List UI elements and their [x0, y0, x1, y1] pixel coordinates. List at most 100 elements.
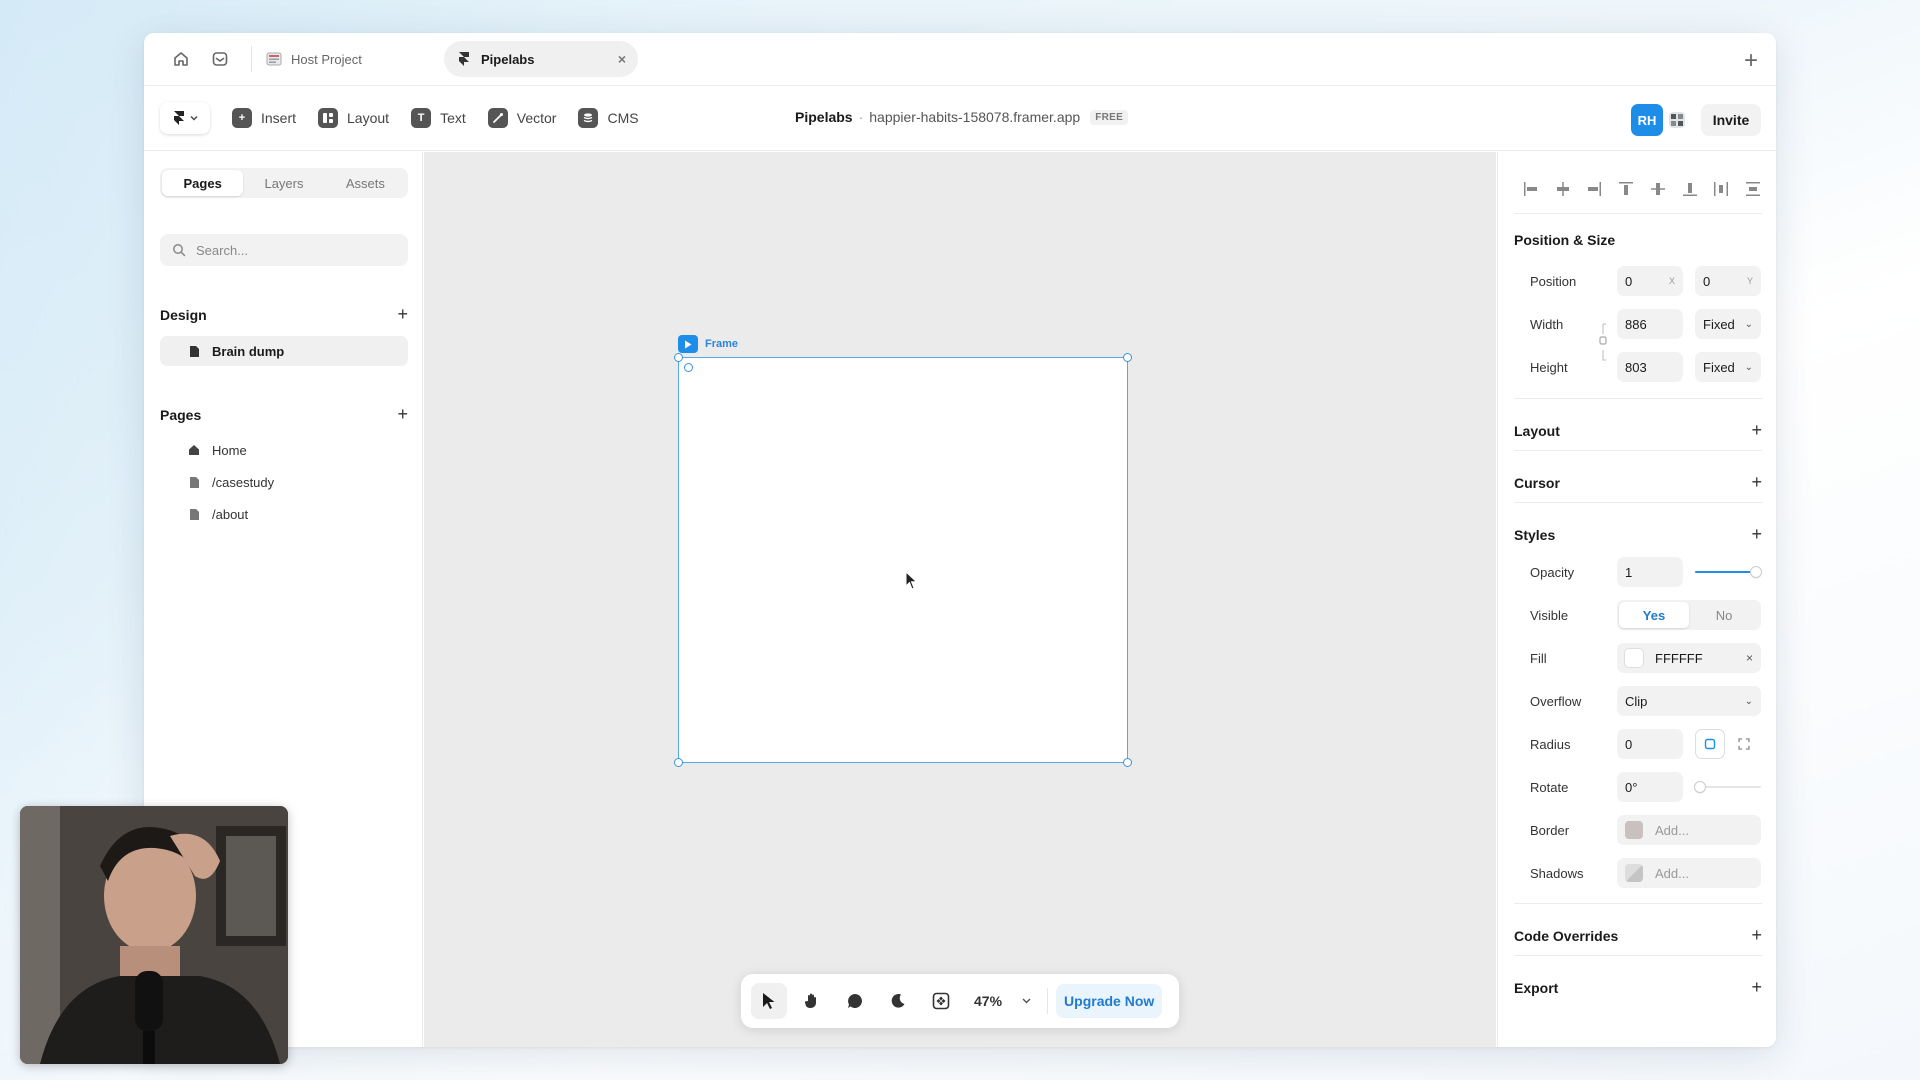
project-name[interactable]: Pipelabs	[795, 109, 853, 125]
rotate-slider[interactable]	[1695, 777, 1761, 797]
tab-pages[interactable]: Pages	[162, 170, 244, 196]
tab-divider	[251, 46, 252, 72]
comment-tool-button[interactable]	[837, 983, 873, 1019]
rotate-field[interactable]: 0°	[1617, 772, 1683, 802]
code-overrides-section-header[interactable]: Code Overrides +	[1514, 925, 1762, 946]
text-button[interactable]: T Text	[411, 108, 466, 128]
visible-no-option[interactable]: No	[1689, 602, 1759, 628]
zoom-value: 47%	[974, 993, 1003, 1009]
aspect-lock-icon[interactable]	[1598, 322, 1608, 367]
invite-button[interactable]: Invite	[1701, 104, 1761, 136]
cms-label: CMS	[607, 110, 639, 126]
frame-play-icon[interactable]	[678, 335, 698, 353]
clear-fill-icon[interactable]: ×	[1746, 651, 1753, 665]
vector-button[interactable]: Vector	[487, 108, 556, 128]
resize-handle-bottom-right[interactable]	[1123, 758, 1132, 767]
comment-icon	[848, 994, 862, 1008]
align-left-icon[interactable]	[1522, 180, 1540, 198]
hand-tool-button[interactable]	[794, 983, 830, 1019]
site-url[interactable]: happier-habits-158078.framer.app	[869, 109, 1080, 125]
database-icon	[578, 108, 599, 128]
framer-menu-button[interactable]	[160, 102, 210, 134]
design-item-brain-dump[interactable]: Brain dump	[160, 336, 408, 366]
align-center-horizontal-icon[interactable]	[1554, 180, 1572, 198]
panel-divider	[1514, 903, 1762, 904]
collaborator-avatar-icon[interactable]	[1665, 107, 1689, 133]
width-mode-select[interactable]: Fixed ⌄	[1695, 309, 1761, 339]
upgrade-now-button[interactable]: Upgrade Now	[1056, 984, 1163, 1018]
rotate-slider-knob[interactable]	[1695, 782, 1705, 792]
align-center-vertical-icon[interactable]	[1649, 180, 1667, 198]
frame-label[interactable]: Frame	[678, 335, 738, 353]
add-layout-icon[interactable]: +	[1751, 420, 1762, 441]
resize-handle-top-left[interactable]	[674, 353, 683, 362]
cms-button[interactable]: CMS	[578, 108, 639, 128]
zoom-select[interactable]: 47%	[966, 993, 1039, 1009]
styles-heading: Styles	[1514, 526, 1556, 543]
new-tab-icon[interactable]: +	[1744, 47, 1758, 75]
tab-assets[interactable]: Assets	[325, 170, 406, 196]
tab-pipelabs[interactable]: Pipelabs ×	[444, 41, 638, 77]
opacity-field[interactable]: 1	[1617, 557, 1683, 587]
add-design-page-icon[interactable]: +	[397, 304, 408, 325]
canvas[interactable]: Frame	[424, 152, 1496, 1047]
frame-element[interactable]	[678, 357, 1128, 763]
page-label: /casestudy	[212, 474, 275, 490]
search-placeholder: Search...	[196, 242, 249, 258]
opacity-slider[interactable]	[1695, 562, 1761, 582]
position-x-field[interactable]: 0 X	[1617, 266, 1683, 296]
resize-handle-top-right[interactable]	[1123, 353, 1132, 362]
fill-color-swatch[interactable]	[1625, 649, 1643, 667]
user-avatar[interactable]: RH	[1631, 104, 1663, 136]
opacity-slider-knob[interactable]	[1751, 567, 1761, 577]
page-item-about[interactable]: /about	[160, 499, 408, 529]
insert-button[interactable]: + Insert	[232, 108, 296, 128]
align-right-icon[interactable]	[1585, 180, 1603, 198]
select-tool-button[interactable]	[751, 983, 787, 1019]
add-style-icon[interactable]: +	[1751, 524, 1762, 545]
export-section-header[interactable]: Export +	[1514, 977, 1762, 998]
overflow-select[interactable]: Clip ⌄	[1617, 686, 1761, 716]
radius-value: 0	[1625, 736, 1633, 752]
height-field[interactable]: 803	[1617, 352, 1683, 382]
layout-button[interactable]: Layout	[318, 108, 389, 128]
tab-layers[interactable]: Layers	[243, 170, 324, 196]
code-overrides-heading: Code Overrides	[1514, 927, 1619, 944]
components-button[interactable]	[923, 983, 959, 1019]
visible-label: Visible	[1530, 608, 1569, 623]
border-field[interactable]: Add...	[1617, 815, 1761, 845]
radius-individual-icon[interactable]	[1729, 729, 1759, 759]
distribute-horizontal-icon[interactable]	[1712, 180, 1730, 198]
cursor-section-header[interactable]: Cursor +	[1514, 472, 1762, 493]
visible-yes-option[interactable]: Yes	[1619, 602, 1689, 628]
radius-uniform-icon[interactable]	[1695, 729, 1725, 759]
radius-field[interactable]: 0	[1617, 729, 1683, 759]
position-y-field[interactable]: 0 Y	[1695, 266, 1761, 296]
align-bottom-icon[interactable]	[1681, 180, 1699, 198]
width-field[interactable]: 886	[1617, 309, 1683, 339]
add-code-override-icon[interactable]: +	[1751, 925, 1762, 946]
close-tab-icon[interactable]: ×	[618, 51, 626, 67]
panel-divider	[1514, 213, 1762, 214]
home-icon[interactable]	[170, 48, 192, 70]
page-item-home[interactable]: Home	[160, 435, 408, 465]
align-top-icon[interactable]	[1617, 180, 1635, 198]
add-page-icon[interactable]: +	[397, 404, 408, 425]
tab-host-project[interactable]: Host Project	[254, 41, 444, 77]
distribute-vertical-icon[interactable]	[1744, 180, 1762, 198]
resize-handle-bottom-left[interactable]	[674, 758, 683, 767]
height-mode-select[interactable]: Fixed ⌄	[1695, 352, 1761, 382]
dark-mode-button[interactable]	[880, 983, 916, 1019]
opacity-slider-fill	[1695, 571, 1751, 573]
add-cursor-icon[interactable]: +	[1751, 472, 1762, 493]
styles-section-header[interactable]: Styles +	[1514, 524, 1762, 545]
fill-field[interactable]: FFFFFF ×	[1617, 643, 1761, 673]
inbox-icon[interactable]	[209, 48, 231, 70]
search-input[interactable]: Search...	[160, 234, 408, 266]
add-export-icon[interactable]: +	[1751, 977, 1762, 998]
frame-origin-handle[interactable]	[684, 363, 693, 372]
shadows-field[interactable]: Add...	[1617, 858, 1761, 888]
tab-label: Pipelabs	[481, 51, 535, 67]
page-item-casestudy[interactable]: /casestudy	[160, 467, 408, 497]
layout-section-header[interactable]: Layout +	[1514, 420, 1762, 441]
